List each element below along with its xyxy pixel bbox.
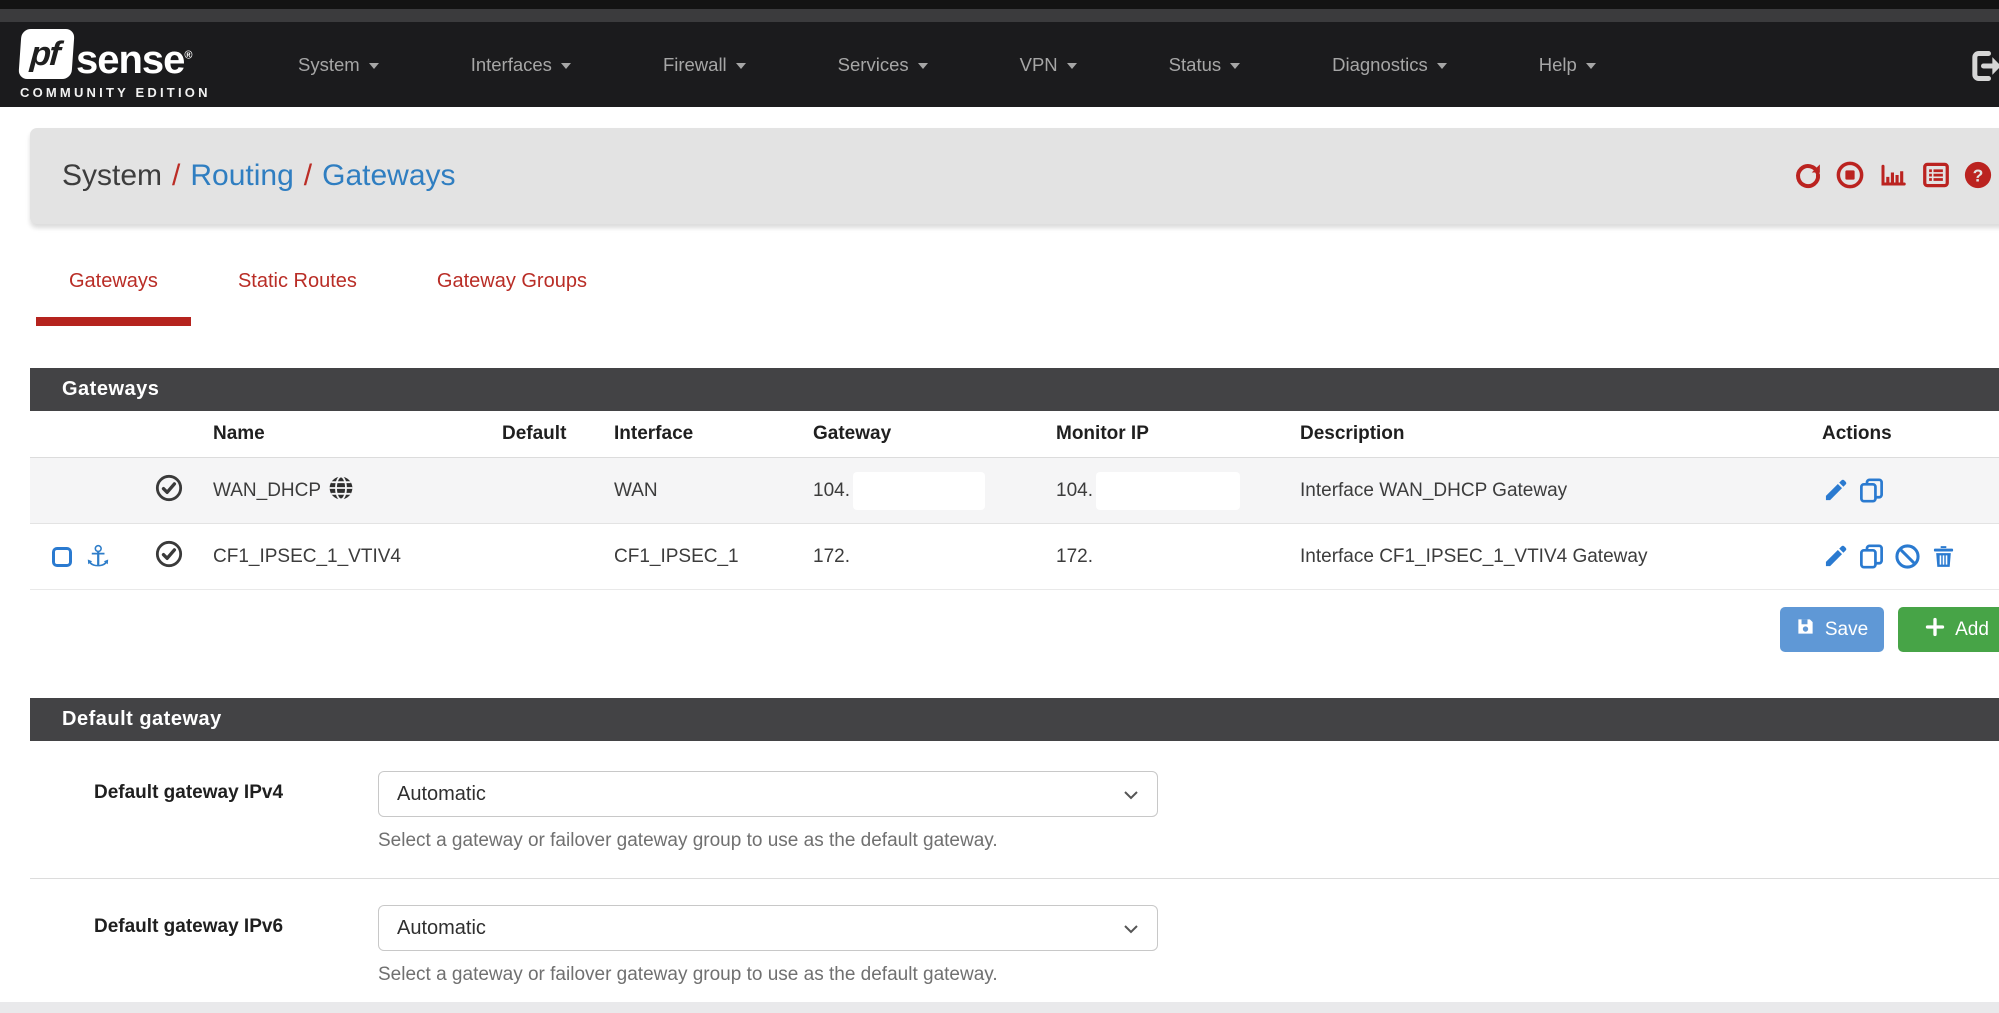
chevron-down-icon [918, 63, 928, 69]
gateway-online-icon [155, 474, 183, 508]
delete-icon[interactable] [1930, 543, 1957, 570]
pfsense-logo[interactable]: pf sense® COMMUNITY EDITION [20, 29, 220, 100]
default-gateway-ipv4-group: Default gateway IPv4 Automatic Select a … [30, 771, 1999, 879]
plus-icon [1925, 617, 1945, 643]
main-menu: System Interfaces Firewall Services VPN … [298, 54, 1596, 76]
gateway-description: Interface CF1_IPSEC_1_VTIV4 Gateway [1300, 546, 1822, 568]
menu-system[interactable]: System [298, 54, 379, 76]
edit-icon[interactable] [1822, 543, 1849, 570]
pf-logo-text: pf [29, 35, 64, 74]
col-monitor-ip: Monitor IP [1056, 423, 1300, 445]
default-gateway-ipv4-label: Default gateway IPv4 [30, 771, 378, 852]
breadcrumb-system: System [62, 159, 162, 192]
navbar: pf sense® COMMUNITY EDITION System Inter… [0, 22, 1999, 107]
stop-icon[interactable] [1835, 160, 1865, 190]
gateway-online-icon [155, 540, 183, 574]
menu-interfaces[interactable]: Interfaces [471, 54, 571, 76]
page-action-icons: ? [1793, 160, 1993, 190]
col-gateway: Gateway [813, 423, 1056, 445]
tab-gateways[interactable]: Gateways [36, 270, 191, 326]
menu-status[interactable]: Status [1169, 54, 1240, 76]
breadcrumb-separator: / [172, 159, 180, 192]
window-top-strip [0, 0, 1999, 9]
registered-mark: ® [184, 50, 191, 62]
routing-tabs: Gateways Static Routes Gateway Groups [36, 270, 1999, 326]
sense-logo-text: sense® [76, 41, 192, 79]
table-button-row: Save Add [0, 607, 1999, 652]
chevron-down-icon [561, 63, 571, 69]
chevron-down-icon [1586, 63, 1596, 69]
col-interface: Interface [614, 423, 813, 445]
chevron-down-icon [1437, 63, 1447, 69]
chevron-down-icon [1067, 63, 1077, 69]
chevron-down-icon [369, 63, 379, 69]
redaction-box [853, 472, 985, 510]
menu-services[interactable]: Services [838, 54, 928, 76]
gateway-interface: CF1_IPSEC_1 [614, 546, 813, 568]
gateways-table-header: Name Default Interface Gateway Monitor I… [30, 411, 1999, 458]
copy-icon[interactable] [1858, 543, 1885, 570]
gateway-name: CF1_IPSEC_1_VTIV4 [213, 546, 401, 568]
default-gateway-panel-title: Default gateway [30, 698, 1999, 741]
tab-static-routes[interactable]: Static Routes [205, 270, 390, 326]
menu-help[interactable]: Help [1539, 54, 1596, 76]
breadcrumb-separator: / [304, 159, 312, 192]
breadcrumb-bar: System / Routing / Gateways ? [30, 128, 1999, 224]
add-button[interactable]: Add [1898, 607, 1999, 652]
breadcrumb: System / Routing / Gateways [62, 159, 456, 193]
save-icon [1796, 617, 1815, 642]
chevron-down-icon [1123, 917, 1139, 940]
edit-icon[interactable] [1822, 477, 1849, 504]
default-gateway-ipv4-select[interactable]: Automatic [378, 771, 1158, 817]
help-icon[interactable]: ? [1963, 160, 1993, 190]
pf-logo-box: pf [18, 29, 74, 79]
menu-firewall[interactable]: Firewall [663, 54, 746, 76]
redaction-box [1096, 472, 1240, 510]
default-gateway-panel: Default gateway Default gateway IPv4 Aut… [30, 698, 1999, 1013]
default-gateway-ipv4-help: Select a gateway or failover gateway gro… [378, 830, 1158, 852]
breadcrumb-gateways-link[interactable]: Gateways [322, 159, 455, 192]
col-default: Default [502, 423, 614, 445]
gateway-name: WAN_DHCP [213, 480, 321, 502]
col-name: Name [213, 423, 502, 445]
svg-text:?: ? [1973, 165, 1984, 185]
menu-diagnostics[interactable]: Diagnostics [1332, 54, 1447, 76]
monitor-ip: 172. [1056, 546, 1093, 568]
globe-icon [328, 475, 354, 507]
refresh-icon[interactable] [1793, 160, 1823, 190]
col-description: Description [1300, 423, 1822, 445]
anchor-icon: ⚓ [85, 542, 111, 571]
gateway-interface: WAN [614, 480, 813, 502]
save-button[interactable]: Save [1780, 607, 1884, 652]
sign-out-icon[interactable] [1966, 46, 1999, 91]
window-title-strip [0, 9, 1999, 22]
monitor-ip: 104. [1056, 480, 1093, 502]
tab-gateway-groups[interactable]: Gateway Groups [404, 270, 620, 326]
community-edition-label: COMMUNITY EDITION [20, 85, 220, 100]
gateways-panel: Gateways Name Default Interface Gateway … [30, 368, 1999, 590]
breadcrumb-routing-link[interactable]: Routing [190, 159, 293, 192]
default-gateway-ipv6-group: Default gateway IPv6 Automatic Select a … [30, 879, 1999, 1013]
default-gateway-ipv6-label: Default gateway IPv6 [30, 905, 378, 986]
gateways-panel-title: Gateways [30, 368, 1999, 411]
default-gateway-ipv6-select[interactable]: Automatic [378, 905, 1158, 951]
square-icon[interactable] [52, 547, 72, 567]
disable-icon[interactable] [1894, 543, 1921, 570]
col-actions: Actions [1822, 423, 1999, 445]
gateway-address: 172. [813, 546, 850, 568]
gateway-address: 104. [813, 480, 850, 502]
bar-chart-icon[interactable] [1877, 160, 1909, 190]
default-gateway-ipv6-help: Select a gateway or failover gateway gro… [378, 964, 1158, 986]
page-background-strip [0, 1002, 1999, 1013]
table-row-wan-dhcp: WAN_DHCP WAN 104. 104. Interface WAN_DHC… [30, 458, 1999, 524]
copy-icon[interactable] [1858, 477, 1885, 504]
table-row-cf1-ipsec: ⚓ CF1_IPSEC_1_VTIV4 CF1_IPSEC_1 172. 172… [30, 524, 1999, 590]
chevron-down-icon [1230, 63, 1240, 69]
log-list-icon[interactable] [1921, 160, 1951, 190]
menu-vpn[interactable]: VPN [1020, 54, 1077, 76]
chevron-down-icon [1123, 783, 1139, 806]
gateway-description: Interface WAN_DHCP Gateway [1300, 480, 1822, 502]
chevron-down-icon [736, 63, 746, 69]
